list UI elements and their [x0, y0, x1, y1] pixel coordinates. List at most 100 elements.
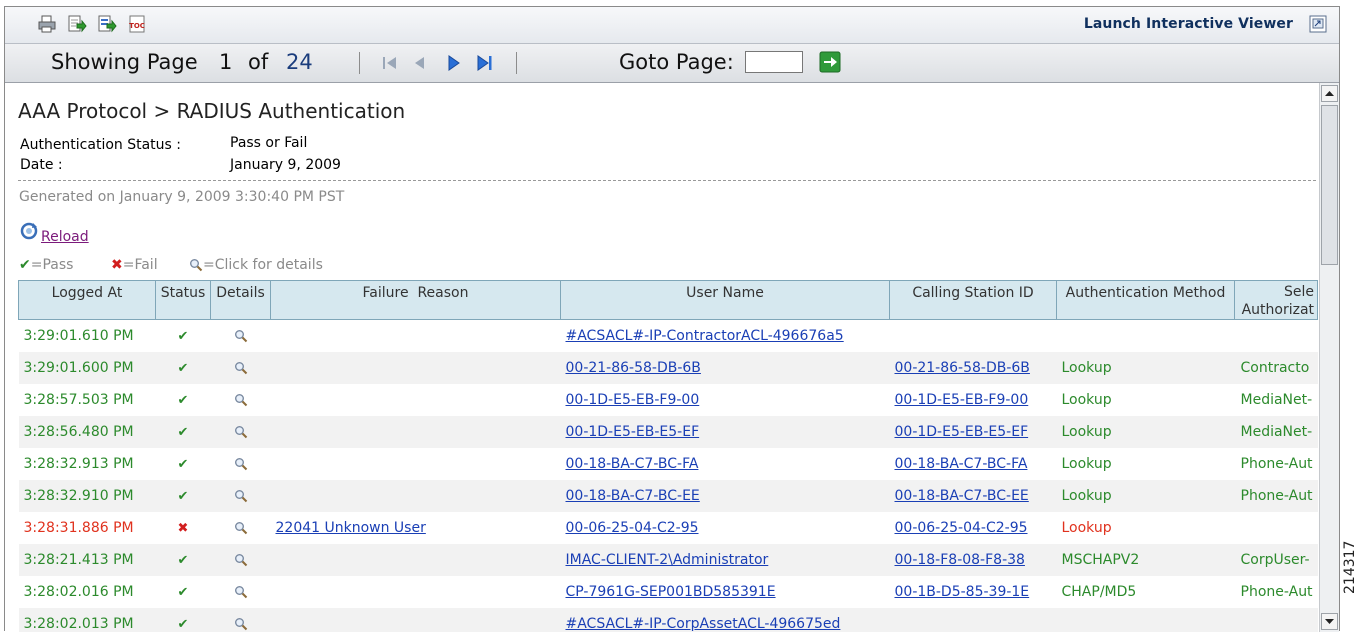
- magnifier-icon[interactable]: [234, 520, 248, 536]
- user-name-cell: 00-1D-E5-EB-F9-00: [561, 384, 890, 416]
- user-name-link[interactable]: #ACSACL#-IP-ContractorACL-496676a5: [566, 328, 844, 344]
- authorization-cell: Phone-Aut: [1235, 576, 1318, 608]
- first-page-icon[interactable]: [380, 54, 402, 72]
- auth-method-cell: Lookup: [1057, 448, 1235, 480]
- calling-station-id-cell: 00-21-86-58-DB-6B: [890, 352, 1057, 384]
- showing-page-label: Showing Page: [51, 50, 198, 74]
- column-header-details[interactable]: Details: [211, 281, 271, 320]
- user-name-link[interactable]: CP-7961G-SEP001BD585391E: [566, 584, 776, 600]
- auth-method-cell: Lookup: [1057, 384, 1235, 416]
- print-icon[interactable]: [37, 14, 57, 34]
- table-row: 3:28:02.016 PM✔CP-7961G-SEP001BD585391E0…: [19, 576, 1318, 608]
- user-name-link[interactable]: IMAC-CLIENT-2\Administrator: [566, 552, 769, 568]
- calling-station-id-link[interactable]: 00-18-BA-C7-BC-FA: [895, 456, 1028, 472]
- authorization-cell: MediaNet-: [1235, 384, 1318, 416]
- table-row: 3:28:21.413 PM✔IMAC-CLIENT-2\Administrat…: [19, 544, 1318, 576]
- failure-reason-cell: [271, 384, 561, 416]
- status-cell: ✔: [156, 544, 211, 576]
- column-header-user-name[interactable]: User Name: [561, 281, 890, 320]
- magnifier-icon[interactable]: [234, 360, 248, 376]
- goto-page-input[interactable]: [745, 51, 803, 73]
- vertical-scrollbar[interactable]: [1319, 83, 1339, 632]
- pass-check-icon: ✔: [178, 329, 189, 344]
- launch-interactive-viewer-link[interactable]: Launch Interactive Viewer: [1084, 16, 1293, 32]
- magnifier-icon[interactable]: [234, 488, 248, 504]
- magnifier-icon[interactable]: [234, 616, 248, 632]
- column-header-logged-at[interactable]: Logged At: [19, 281, 156, 320]
- column-header-failure-reason[interactable]: Failure Reason: [271, 281, 561, 320]
- failure-reason-cell: [271, 608, 561, 632]
- user-name-link[interactable]: 00-18-BA-C7-BC-FA: [566, 456, 699, 472]
- authorization-cell: Contracto: [1235, 352, 1318, 384]
- calling-station-id-link[interactable]: 00-1D-E5-EB-E5-EF: [895, 424, 1029, 440]
- calling-station-id-link[interactable]: 00-06-25-04-C2-95: [895, 520, 1028, 536]
- magnifier-icon: [189, 257, 203, 273]
- fail-x-icon: ✖: [178, 521, 189, 536]
- calling-station-id-link[interactable]: 00-21-86-58-DB-6B: [895, 360, 1030, 376]
- scroll-down-icon[interactable]: [1321, 613, 1338, 630]
- user-name-link[interactable]: 00-1D-E5-EB-F9-00: [566, 392, 700, 408]
- status-cell: ✔: [156, 448, 211, 480]
- failure-reason-link[interactable]: 22041 Unknown User: [276, 520, 426, 536]
- magnifier-icon[interactable]: [234, 584, 248, 600]
- status-cell: ✔: [156, 576, 211, 608]
- auth-method-cell: Lookup: [1057, 416, 1235, 448]
- of-label: of: [248, 50, 268, 74]
- table-header-row: Logged At Status Details Failure Reason …: [19, 281, 1318, 320]
- user-name-link[interactable]: 00-1D-E5-EB-E5-EF: [566, 424, 700, 440]
- fail-x-icon: ✖: [111, 257, 123, 273]
- generated-timestamp: Generated on January 9, 2009 3:30:40 PM …: [19, 189, 344, 205]
- column-header-selected-authorization[interactable]: Sele Authorizat: [1235, 281, 1318, 320]
- magnifier-icon[interactable]: [234, 552, 248, 568]
- table-row: 3:28:32.913 PM ✔ 00-18-BA-C7-BC-FA 00-18-BA…: [19, 448, 1318, 480]
- details-cell: [211, 608, 271, 632]
- status-cell: ✔: [156, 416, 211, 448]
- calling-station-id-link[interactable]: 00-1B-D5-85-39-1E: [895, 584, 1030, 600]
- magnifier-icon[interactable]: [234, 328, 248, 344]
- calling-station-id-cell: [890, 320, 1057, 352]
- logged-at-cell: 3:28:32.913 PM: [19, 448, 156, 480]
- scrollbar-thumb[interactable]: [1321, 105, 1338, 265]
- calling-station-id-link[interactable]: 00-1D-E5-EB-F9-00: [895, 392, 1029, 408]
- details-cell: [211, 576, 271, 608]
- failure-reason-cell: [271, 544, 561, 576]
- reload-link[interactable]: Reload: [41, 229, 89, 245]
- calling-station-id-link[interactable]: 00-18-F8-08-F8-38: [895, 552, 1025, 568]
- user-name-link[interactable]: 00-21-86-58-DB-6B: [566, 360, 701, 376]
- authorization-cell: [1235, 320, 1318, 352]
- column-header-status[interactable]: Status: [156, 281, 211, 320]
- reload-icon[interactable]: [19, 221, 41, 241]
- goto-page-button[interactable]: [819, 51, 841, 73]
- last-page-icon[interactable]: [473, 54, 495, 72]
- param-label: Date :: [20, 157, 63, 173]
- user-name-link[interactable]: 00-18-BA-C7-BC-EE: [566, 488, 700, 504]
- details-cell: [211, 512, 271, 544]
- toc-icon[interactable]: TOC: [127, 14, 147, 34]
- column-header-authentication-method[interactable]: Authentication Method: [1057, 281, 1235, 320]
- user-name-link[interactable]: 00-06-25-04-C2-95: [566, 520, 699, 536]
- pass-check-icon: ✔: [178, 553, 189, 568]
- export-data-icon[interactable]: [97, 14, 117, 34]
- status-cell: ✔: [156, 608, 211, 632]
- details-cell: [211, 384, 271, 416]
- scroll-up-icon[interactable]: [1321, 85, 1338, 102]
- magnifier-icon[interactable]: [234, 456, 248, 472]
- previous-page-icon[interactable]: [410, 54, 432, 72]
- magnifier-icon[interactable]: [234, 424, 248, 440]
- legend-fail: ✖=Fail: [111, 257, 158, 273]
- column-header-calling-station-id[interactable]: Calling Station ID: [890, 281, 1057, 320]
- authorization-cell: Phone-Aut: [1235, 448, 1318, 480]
- svg-text:TOC: TOC: [129, 22, 145, 30]
- export-icon[interactable]: [67, 14, 87, 34]
- pass-check-icon: ✔: [178, 457, 189, 472]
- param-label: Authentication Status :: [20, 137, 181, 153]
- table-row: 3:29:01.600 PM✔00-21-86-58-DB-6B00-21-86…: [19, 352, 1318, 384]
- calling-station-id-link[interactable]: 00-18-BA-C7-BC-EE: [895, 488, 1029, 504]
- pager-divider: [359, 52, 360, 74]
- next-page-icon[interactable]: [442, 54, 464, 72]
- details-cell: [211, 416, 271, 448]
- user-name-link[interactable]: #ACSACL#-IP-CorpAssetACL-496675ed: [566, 616, 841, 632]
- pager-bar: Showing Page 1 of 24 Goto Page:: [5, 44, 1339, 83]
- magnifier-icon[interactable]: [234, 392, 248, 408]
- launch-viewer-icon[interactable]: [1309, 15, 1327, 33]
